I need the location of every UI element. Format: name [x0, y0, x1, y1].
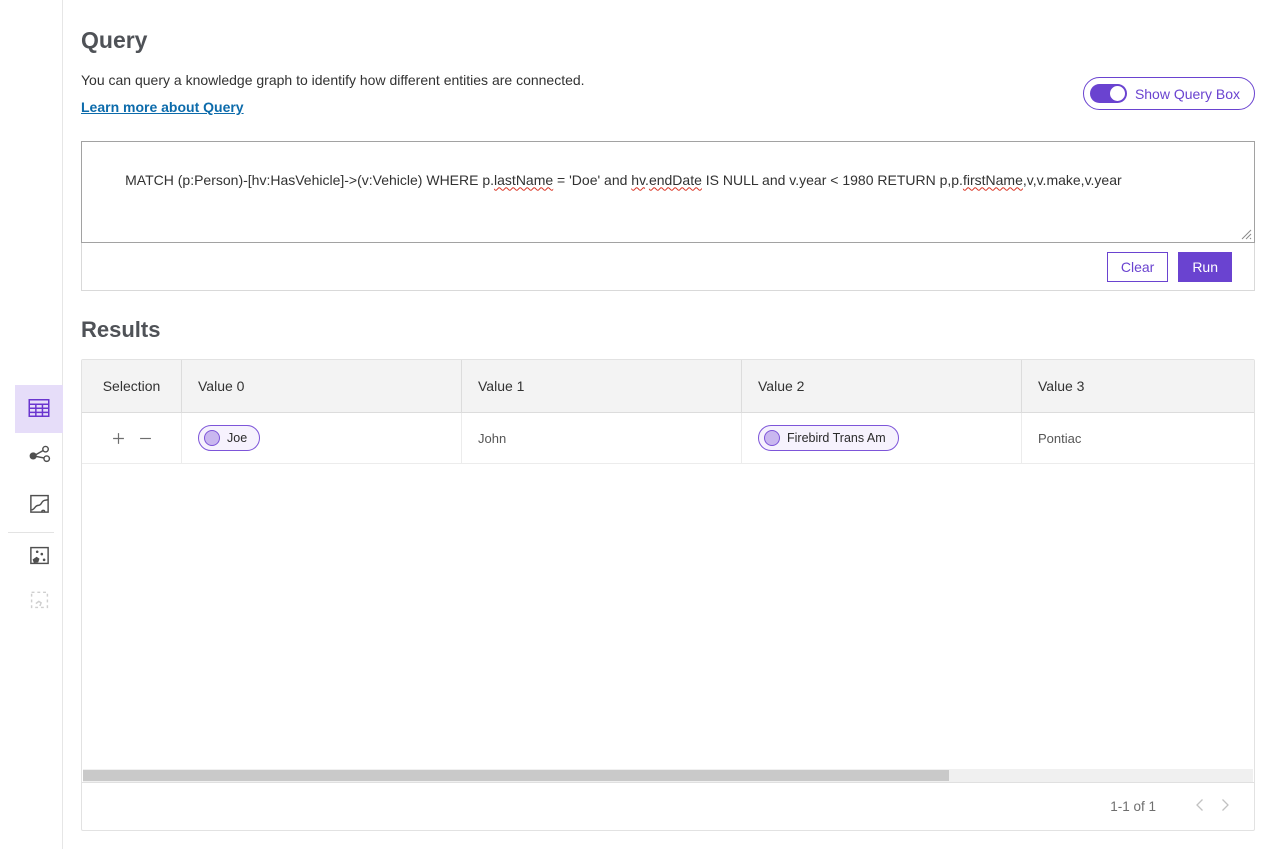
table-empty-area	[82, 464, 1254, 769]
query-text-misspelled: lastName	[494, 172, 553, 188]
previous-page-button[interactable]	[1186, 794, 1212, 820]
query-footer: Clear Run	[81, 243, 1255, 291]
main-content: Query You can query a knowledge graph to…	[63, 0, 1265, 849]
column-header-value0: Value 0	[182, 360, 462, 412]
link-chart-view-button[interactable]	[15, 433, 63, 481]
entity-icon	[764, 430, 780, 446]
intro-row: You can query a knowledge graph to ident…	[81, 70, 1255, 117]
selection-cell	[82, 413, 182, 463]
horizontal-scrollbar[interactable]	[83, 769, 1253, 782]
query-text-misspelled: endDate	[649, 172, 702, 188]
dashed-square-icon	[28, 588, 51, 614]
run-button[interactable]: Run	[1178, 252, 1232, 282]
chevron-left-icon	[1195, 798, 1204, 815]
query-panel: MATCH (p:Person)-[hv:HasVehicle]->(v:Veh…	[81, 141, 1255, 291]
add-selection-button[interactable]	[110, 430, 127, 447]
column-header-value2: Value 2	[742, 360, 1022, 412]
intro-text: You can query a knowledge graph to ident…	[81, 70, 585, 117]
query-text: = 'Doe' and	[553, 172, 631, 188]
rail-divider	[8, 532, 54, 533]
add-to-map-button	[15, 579, 63, 623]
cell-value2: Firebird Trans Am	[742, 413, 1022, 463]
page-title: Query	[81, 26, 1255, 54]
results-title: Results	[81, 317, 1255, 343]
map-view-button[interactable]	[15, 481, 63, 529]
toggle-label: Show Query Box	[1135, 86, 1240, 102]
table-view-button[interactable]	[15, 385, 63, 433]
plus-icon	[112, 433, 125, 448]
table-header-row: Selection Value 0 Value 1 Value 2 Value …	[82, 360, 1254, 413]
toggle-switch-icon	[1090, 84, 1127, 103]
entity-pill[interactable]: Joe	[198, 425, 260, 451]
query-page: Query You can query a knowledge graph to…	[0, 0, 1265, 849]
cell-value3: Pontiac	[1022, 413, 1254, 463]
query-input[interactable]: MATCH (p:Person)-[hv:HasVehicle]->(v:Veh…	[81, 141, 1255, 243]
map-features-icon	[28, 544, 51, 570]
chevron-right-icon	[1221, 798, 1230, 815]
results-table-card: Selection Value 0 Value 1 Value 2 Value …	[81, 359, 1255, 831]
column-header-value3: Value 3	[1022, 360, 1254, 412]
learn-more-link[interactable]: Learn more about Query	[81, 99, 244, 115]
cell-text: Pontiac	[1038, 431, 1081, 446]
map-icon	[28, 492, 51, 518]
page-description: You can query a knowledge graph to ident…	[81, 70, 585, 90]
query-text: MATCH (p:Person)-[hv:HasVehicle]->(v:Veh…	[125, 172, 494, 188]
results-view-switcher	[0, 0, 63, 849]
query-text-misspelled: hv	[631, 172, 645, 188]
query-text: ,v,v.make,v.year	[1023, 172, 1122, 188]
toggle-knob	[1109, 85, 1126, 102]
show-query-box-toggle[interactable]: Show Query Box	[1083, 77, 1255, 110]
pagination-range: 1-1 of 1	[1110, 799, 1156, 814]
entity-icon	[204, 430, 220, 446]
entity-label: Firebird Trans Am	[787, 431, 886, 445]
query-text: IS NULL and v.year < 1980 RETURN p,p.	[702, 172, 963, 188]
scrollbar-thumb[interactable]	[83, 770, 949, 781]
link-chart-icon	[28, 444, 51, 470]
clear-button[interactable]: Clear	[1107, 252, 1168, 282]
cell-text: John	[478, 431, 506, 446]
entity-label: Joe	[227, 431, 247, 445]
cell-value1: John	[462, 413, 742, 463]
next-page-button[interactable]	[1212, 794, 1238, 820]
cell-value0: Joe	[182, 413, 462, 463]
pagination-bar: 1-1 of 1	[82, 782, 1254, 830]
remove-selection-button[interactable]	[137, 430, 154, 447]
add-to-link-chart-button[interactable]	[15, 535, 63, 579]
table-icon	[27, 396, 51, 423]
query-text-misspelled: firstName	[963, 172, 1023, 188]
table-row: Joe John Firebird Trans Am Pontiac	[82, 413, 1254, 464]
minus-icon	[139, 433, 152, 448]
resize-handle-icon[interactable]	[1202, 229, 1252, 240]
column-header-selection: Selection	[82, 360, 182, 412]
entity-pill[interactable]: Firebird Trans Am	[758, 425, 899, 451]
column-header-value1: Value 1	[462, 360, 742, 412]
